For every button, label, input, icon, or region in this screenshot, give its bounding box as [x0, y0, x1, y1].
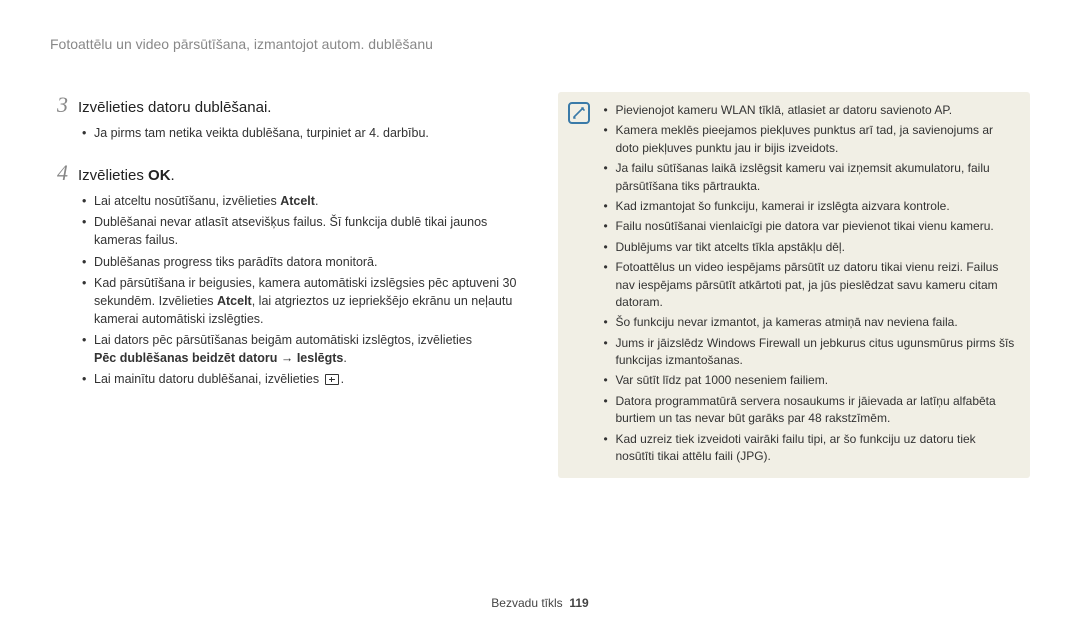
text: Izvēlieties — [78, 167, 148, 184]
list-item: Kad uzreiz tiek izveidoti vairāki failu … — [604, 431, 1017, 466]
step-text: Izvēlieties OK. — [78, 167, 175, 184]
left-column: 3 Izvēlieties datoru dublēšanai. Ja pirm… — [50, 92, 523, 478]
list-item: Dublējums var tikt atcelts tīkla apstākļ… — [604, 239, 1017, 256]
text-bold: Atcelt — [280, 194, 315, 208]
text: . — [171, 167, 175, 184]
text: . — [343, 351, 346, 365]
list-item: Kad pārsūtīšana ir beigusies, kamera aut… — [82, 274, 523, 328]
step-number: 4 — [50, 160, 68, 186]
step-4-bullets: Lai atceltu nosūtīšanu, izvēlieties Atce… — [50, 192, 523, 388]
note-icon — [568, 102, 590, 124]
text: . — [315, 194, 318, 208]
page-footer: Bezvadu tīkls 119 — [0, 596, 1080, 610]
list-item: Fotoattēlus un video iespējams pārsūtīt … — [604, 259, 1017, 311]
step-3-bullets: Ja pirms tam netika veikta dublēšana, tu… — [50, 124, 523, 142]
step-text: Izvēlieties datoru dublēšanai. — [78, 99, 271, 116]
list-item: Šo funkciju nevar izmantot, ja kameras a… — [604, 314, 1017, 331]
list-item: Lai dators pēc pārsūtīšanas beigām autom… — [82, 331, 523, 367]
footer-page-number: 119 — [569, 596, 588, 610]
text-bold: Atcelt — [217, 294, 252, 308]
list-item: Kamera meklēs pieejamos piekļuves punktu… — [604, 122, 1017, 157]
list-item: Ja pirms tam netika veikta dublēšana, tu… — [82, 124, 523, 142]
text-bold: Pēc dublēšanas beidzēt datoru → Ieslēgts — [94, 351, 343, 365]
list-item: Dublēšanas progress tiks parādīts datora… — [82, 253, 523, 271]
computer-icon — [325, 374, 339, 385]
text: Lai mainītu datoru dublēšanai, izvēlieti… — [94, 372, 323, 386]
list-item: Ja failu sūtīšanas laikā izslēgsit kamer… — [604, 160, 1017, 195]
text: Lai dators pēc pārsūtīšanas beigām autom… — [94, 333, 472, 347]
list-item: Jums ir jāizslēdz Windows Firewall un je… — [604, 335, 1017, 370]
list-item: Var sūtīt līdz pat 1000 neseniem failiem… — [604, 372, 1017, 389]
list-item: Pievienojot kameru WLAN tīklā, atlasiet … — [604, 102, 1017, 119]
footer-section: Bezvadu tīkls — [491, 596, 562, 610]
step-4: 4 Izvēlieties OK. Lai atceltu nosūtīšanu… — [50, 160, 523, 388]
content-columns: 3 Izvēlieties datoru dublēšanai. Ja pirm… — [50, 92, 1030, 478]
info-box: Pievienojot kameru WLAN tīklā, atlasiet … — [558, 92, 1031, 478]
right-column: Pievienojot kameru WLAN tīklā, atlasiet … — [558, 92, 1031, 478]
text: Lai atceltu nosūtīšanu, izvēlieties — [94, 194, 280, 208]
list-item: Datora programmatūrā servera nosaukums i… — [604, 393, 1017, 428]
step-3: 3 Izvēlieties datoru dublēšanai. Ja pirm… — [50, 92, 523, 142]
text-bold: OK — [148, 167, 171, 184]
list-item: Kad izmantojat šo funkciju, kamerai ir i… — [604, 198, 1017, 215]
list-item: Dublēšanai nevar atlasīt atsevišķus fail… — [82, 213, 523, 249]
list-item: Lai atceltu nosūtīšanu, izvēlieties Atce… — [82, 192, 523, 210]
info-bullets: Pievienojot kameru WLAN tīklā, atlasiet … — [604, 102, 1017, 465]
list-item: Failu nosūtīšanai vienlaicīgi pie datora… — [604, 218, 1017, 235]
step-number: 3 — [50, 92, 68, 118]
list-item: Lai mainītu datoru dublēšanai, izvēlieti… — [82, 370, 523, 388]
page-header: Fotoattēlu un video pārsūtīšana, izmanto… — [50, 36, 1030, 52]
